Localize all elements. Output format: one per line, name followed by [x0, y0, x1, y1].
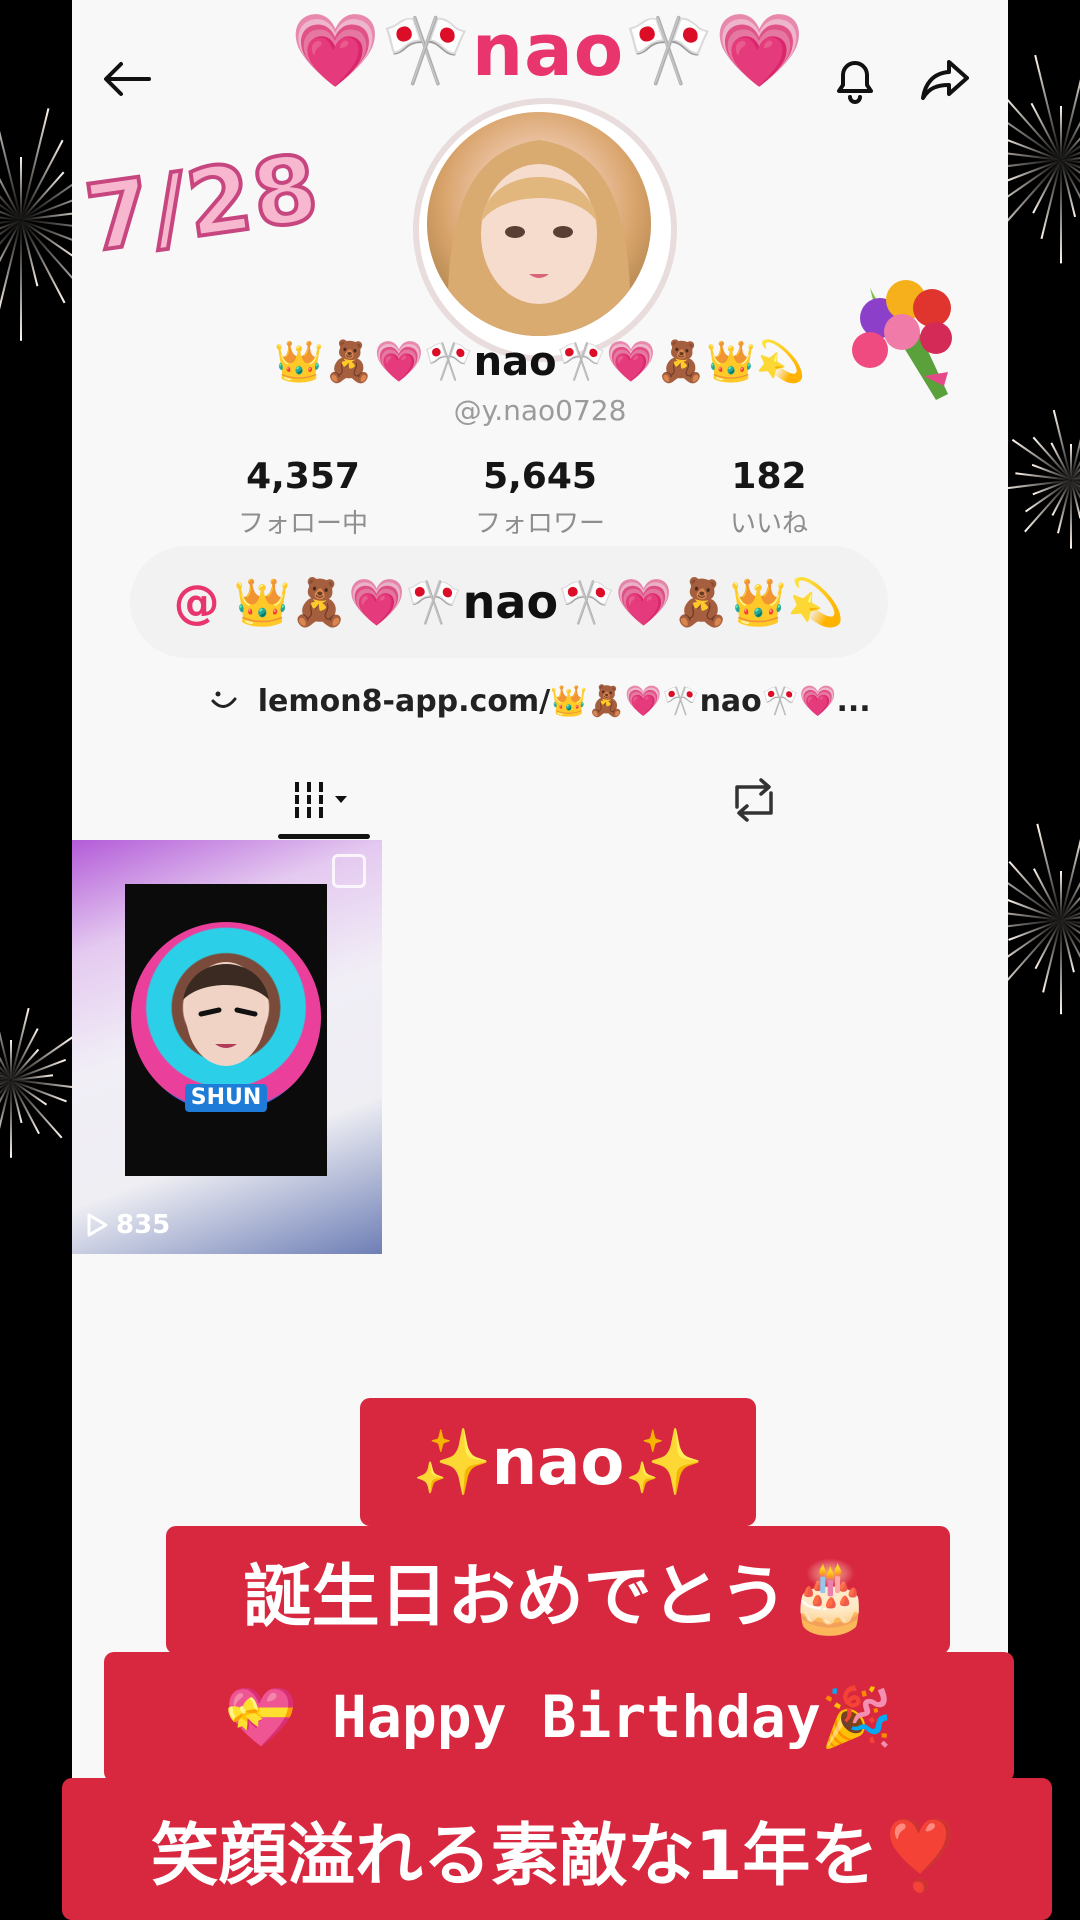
view-count: 835 — [86, 1210, 170, 1240]
stat-followers[interactable]: 5,645 フォロワー — [425, 456, 655, 540]
share-icon — [921, 60, 969, 100]
multi-select-icon — [332, 854, 366, 888]
mention-at-sign: @ — [173, 575, 220, 629]
display-name: 👑🧸💗🎌nao🎌💗🧸👑💫 — [274, 339, 806, 385]
share-button[interactable] — [910, 44, 980, 114]
firework-streak — [20, 219, 22, 341]
smile-link-icon — [211, 691, 237, 708]
firework-streak — [10, 1079, 12, 1158]
stat-value: 182 — [731, 456, 807, 497]
view-count-value: 835 — [116, 1210, 171, 1240]
caption-banner-birthday-jp: 誕生日おめでとう🎂 — [166, 1526, 950, 1654]
firework-streak — [1060, 159, 1062, 264]
mention-text: 👑🧸💗🎌nao🎌💗🧸👑💫 — [233, 574, 845, 629]
username-handle: @y.nao0728 — [453, 394, 627, 427]
video-thumbnail: SHUN — [125, 884, 327, 1176]
arrow-left-icon — [104, 62, 151, 96]
tab-videos[interactable] — [278, 770, 370, 830]
mention-button[interactable]: @ 👑🧸💗🎌nao🎌💗🧸👑💫 — [130, 546, 888, 658]
bio-link-text: lemon8-app.com/👑🧸💗🎌nao🎌💗... — [257, 684, 871, 719]
back-button[interactable] — [92, 44, 162, 114]
caption-banner-happy-birthday: 💝 Happy Birthday🎉 — [104, 1652, 1014, 1782]
notification-button[interactable] — [820, 44, 890, 114]
stat-label: フォロー中 — [237, 509, 368, 539]
firework-streak — [0, 219, 22, 313]
avatar-frame[interactable] — [413, 98, 677, 362]
stat-label: いいね — [729, 509, 808, 539]
tab-reposts[interactable] — [714, 770, 794, 830]
screen: 💗🎌nao🎌💗 7/28 👑🧸💗🎌nao🎌💗🧸👑💫 @y.nao0728 4,3… — [0, 0, 1080, 1920]
video-tile[interactable]: SHUN 835 — [72, 840, 382, 1254]
avatar-portrait — [447, 140, 631, 336]
firework-streak — [1060, 919, 1062, 1015]
grid-icon — [292, 782, 347, 818]
stat-value: 5,645 — [483, 456, 597, 497]
stat-label: フォロワー — [474, 509, 605, 539]
content-tabs — [72, 760, 1008, 840]
thumbnail-label: SHUN — [185, 1084, 267, 1112]
stat-following[interactable]: 4,357 フォロー中 — [188, 456, 418, 540]
stat-value: 4,357 — [246, 456, 360, 497]
stat-likes[interactable]: 182 いいね — [654, 456, 884, 540]
tab-active-indicator — [278, 834, 370, 839]
repost-icon — [735, 778, 773, 822]
caption-banner-wish: 笑顔溢れる素敵な1年を❣️ — [62, 1778, 1052, 1920]
caption-banner-name: ✨nao✨ — [360, 1398, 756, 1526]
firework-streak — [1070, 479, 1072, 549]
bio-link[interactable]: lemon8-app.com/👑🧸💗🎌nao🎌💗... — [0, 684, 1080, 719]
profile-title: 💗🎌nao🎌💗 — [290, 8, 806, 92]
avatar — [427, 112, 651, 336]
play-icon — [87, 1213, 108, 1237]
bell-icon — [837, 61, 873, 104]
